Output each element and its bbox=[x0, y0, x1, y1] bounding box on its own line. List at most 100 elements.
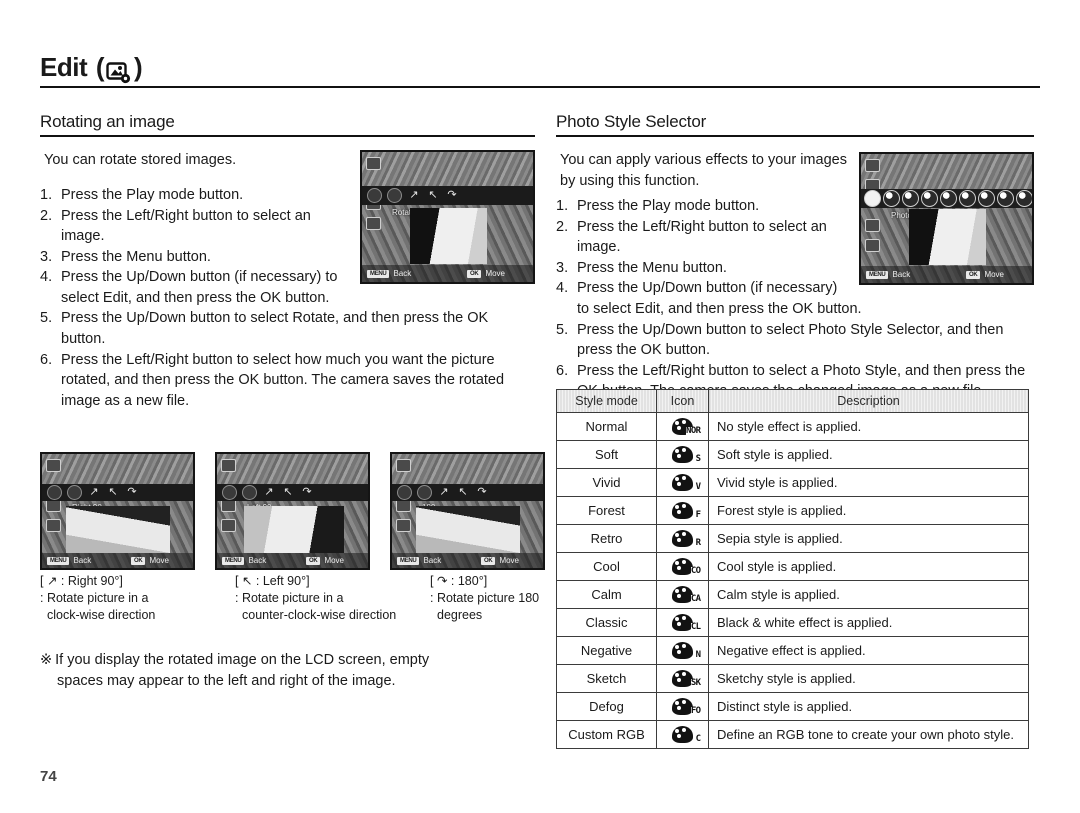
list-item: 2. Press the Left/Right button to select … bbox=[556, 217, 1034, 258]
caption-line-3: clock-wise direction bbox=[47, 607, 156, 622]
left-column: Rotating an image ↗ ↖ ↷ Rotate MENU Back… bbox=[40, 112, 535, 411]
table-row: Soft S Soft style is applied. bbox=[556, 440, 1029, 469]
step-text: Press the Left/Right button to select ho… bbox=[61, 351, 505, 409]
palette-normal-icon: NOR bbox=[665, 415, 701, 436]
cell-icon: S bbox=[656, 440, 709, 469]
rotate-right-arrow-icon: ↗ bbox=[439, 485, 449, 498]
palette-icon-label: CO bbox=[690, 566, 701, 576]
step-number: 1. bbox=[40, 187, 53, 204]
cell-description: Distinct style is applied. bbox=[708, 692, 1029, 721]
lcd-screenshot-180: ↗ ↖ ↷ 180 MENU Back OK Move bbox=[390, 452, 545, 570]
note-line-2: spaces may appear to the left and right … bbox=[57, 673, 396, 690]
step-number: 2. bbox=[556, 218, 569, 235]
cell-description: Calm style is applied. bbox=[708, 580, 1029, 609]
step-text: Press the Menu button. bbox=[577, 259, 727, 276]
list-item: 1. Press the Play mode button. bbox=[40, 185, 535, 206]
rotating-note: ※ If you display the rotated image on the… bbox=[40, 650, 520, 692]
cell-description: Define an RGB tone to create your own ph… bbox=[708, 720, 1029, 749]
table-header-row: Style mode Icon Description bbox=[556, 389, 1029, 413]
palette-retro-icon: R bbox=[665, 527, 701, 548]
rotate-right-arrow-icon: ↗ bbox=[264, 485, 274, 498]
page-title: Edit ( ) bbox=[40, 52, 1040, 85]
table-row: Custom RGB C Define an RGB tone to creat… bbox=[556, 720, 1029, 749]
palette-icon-label: C bbox=[695, 734, 701, 744]
page-title-text: Edit bbox=[40, 52, 88, 82]
photo-style-table: Style mode Icon Description Normal NOR N… bbox=[556, 389, 1029, 749]
close-paren: ) bbox=[134, 52, 143, 82]
palette-custom-rgb-icon: C bbox=[665, 723, 701, 744]
rotate-caption-left90: [ ↖ : Left 90°] : Rotate picture in a co… bbox=[235, 573, 410, 624]
palette-defog-icon: FO bbox=[665, 695, 701, 716]
cell-style-mode: Sketch bbox=[556, 664, 657, 693]
step-text: Press the Up/Down button to select Photo… bbox=[577, 321, 1004, 359]
step-text: Press the Play mode button. bbox=[577, 198, 760, 215]
lcd-move-label: Move bbox=[324, 556, 344, 566]
lcd-back-key: MENU bbox=[397, 556, 420, 565]
edit-photo-gear-icon bbox=[106, 61, 132, 85]
palette-icon-label: V bbox=[695, 482, 701, 492]
table-row: Negative N Negative effect is applied. bbox=[556, 636, 1029, 665]
lcd-icon-1 bbox=[221, 458, 236, 472]
lcd-move-key: OK bbox=[306, 556, 321, 565]
rotate-captions-row: [ ↗ : Right 90°] : Rotate picture in a c… bbox=[40, 573, 605, 624]
list-item: 1. Press the Play mode button. bbox=[556, 196, 1034, 217]
rotate-caption-right90: [ ↗ : Right 90°] : Rotate picture in a c… bbox=[40, 573, 215, 624]
step-text: Press the Up/Down button to select Rotat… bbox=[61, 310, 489, 348]
step-number: 6. bbox=[40, 351, 53, 368]
lcd-move-key: OK bbox=[131, 556, 146, 565]
rotate-screenshot-row: ↗ ↖ ↷ Right 90 MENU Back OK Move bbox=[40, 452, 545, 570]
cell-icon: NOR bbox=[656, 412, 709, 441]
note-mark-icon: ※ bbox=[40, 652, 53, 668]
section-heading-rotating: Rotating an image bbox=[40, 112, 175, 131]
cell-description: Cool style is applied. bbox=[708, 552, 1029, 581]
cell-style-mode: Normal bbox=[556, 412, 657, 441]
step-text: Press the Up/Down button (if necessary) … bbox=[577, 280, 862, 317]
rotate-180-arrow-icon: ↷ bbox=[302, 485, 312, 498]
palette-cool-icon: CO bbox=[665, 555, 701, 576]
lcd-icon-1 bbox=[46, 458, 61, 472]
step-text: Press the Left/Right button to select an… bbox=[577, 218, 827, 256]
palette-forest-icon: F bbox=[665, 499, 701, 520]
note-line-1: If you display the rotated image on the … bbox=[55, 652, 430, 668]
cell-description: Negative effect is applied. bbox=[708, 636, 1029, 665]
list-item: 4. Press the Up/Down button (if necessary… bbox=[40, 267, 535, 308]
list-item: 4. Press the Up/Down button (if necessary… bbox=[556, 278, 1034, 319]
cell-description: Black & white effect is applied. bbox=[708, 608, 1029, 637]
caption-line-2: : Rotate picture in a bbox=[235, 590, 344, 605]
section-rule-left bbox=[40, 135, 535, 137]
cell-description: Soft style is applied. bbox=[708, 440, 1029, 469]
page-number: 74 bbox=[40, 768, 57, 785]
section-rule-right bbox=[556, 135, 1034, 137]
list-item: 5. Press the Up/Down button to select Pho… bbox=[556, 320, 1034, 361]
table-row: Classic CL Black & white effect is appli… bbox=[556, 608, 1029, 637]
cell-style-mode: Soft bbox=[556, 440, 657, 469]
table-row: Calm CA Calm style is applied. bbox=[556, 580, 1029, 609]
palette-vivid-icon: V bbox=[665, 471, 701, 492]
page-title-rule bbox=[40, 86, 1040, 88]
palette-icon-label: NOR bbox=[686, 426, 701, 436]
step-number: 4. bbox=[556, 280, 569, 297]
page-header: Edit ( ) bbox=[40, 52, 1040, 88]
cell-icon: V bbox=[656, 468, 709, 497]
step-text: Press the Left/Right button to select an… bbox=[61, 207, 311, 245]
palette-icon-label: F bbox=[695, 510, 701, 520]
caption-header: [ ↖ : Left 90°] bbox=[235, 574, 310, 588]
lcd-icon-1 bbox=[366, 157, 381, 171]
table-row: Sketch SK Sketchy style is applied. bbox=[556, 664, 1029, 693]
column-header-description: Description bbox=[708, 389, 1029, 413]
list-item: 6. Press the Left/Right button to select … bbox=[40, 350, 535, 412]
cell-icon: FO bbox=[656, 692, 709, 721]
lcd-back-key: MENU bbox=[222, 556, 245, 565]
lcd-preview-photo bbox=[66, 506, 171, 554]
step-number: 5. bbox=[556, 321, 569, 338]
rotate-right-arrow-icon: ↗ bbox=[89, 485, 99, 498]
cell-style-mode: Custom RGB bbox=[556, 720, 657, 749]
table-row: Normal NOR No style effect is applied. bbox=[556, 412, 1029, 441]
step-number: 2. bbox=[40, 207, 53, 224]
list-item: 3. Press the Menu button. bbox=[556, 258, 1034, 279]
step-number: 4. bbox=[40, 269, 53, 286]
lcd-icon-3 bbox=[46, 518, 61, 532]
lcd-move-key: OK bbox=[481, 556, 496, 565]
caption-line-2: : Rotate picture in a bbox=[40, 590, 149, 605]
lcd-screenshot-right90: ↗ ↖ ↷ Right 90 MENU Back OK Move bbox=[40, 452, 195, 570]
